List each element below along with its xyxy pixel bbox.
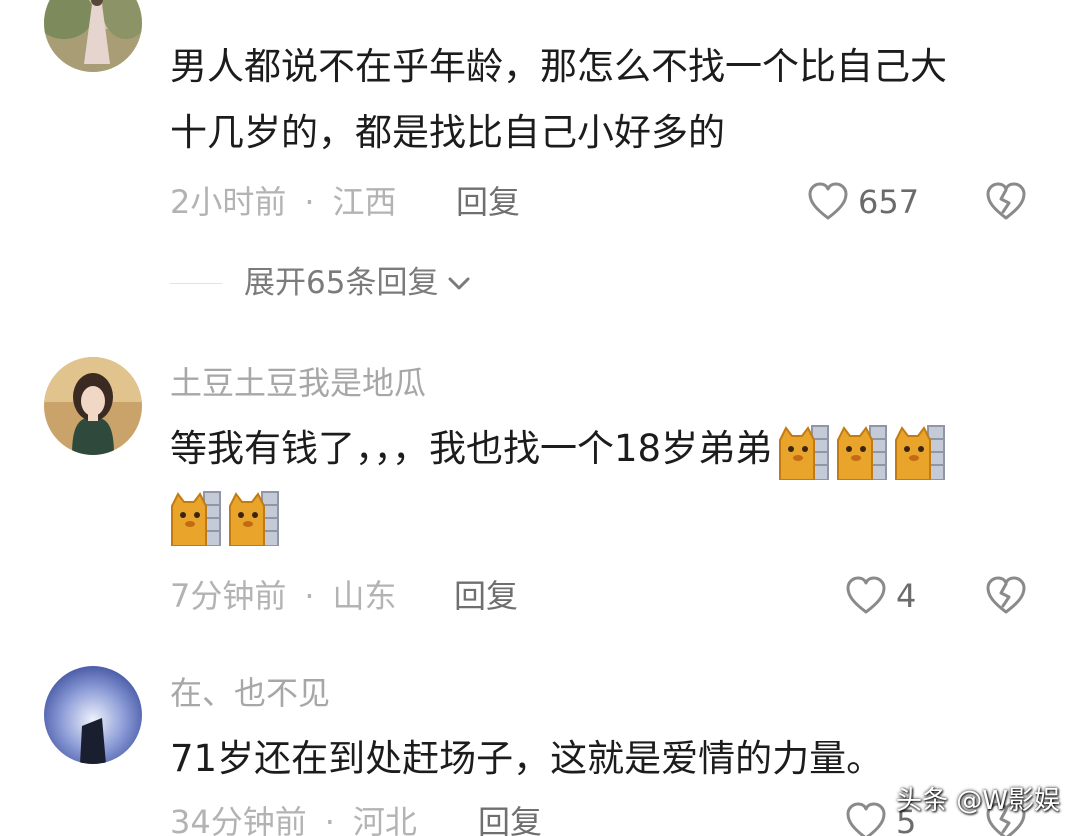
like-button[interactable]: 4 — [844, 574, 916, 618]
reply-button[interactable]: 回复 — [478, 800, 542, 836]
meta-separator: · — [324, 803, 335, 836]
peeking-cat-emoji — [229, 490, 279, 546]
comment-time: 2小时前 — [170, 183, 287, 221]
comment-time: 34分钟前 — [170, 803, 307, 836]
like-count: 4 — [896, 577, 917, 615]
emoji-row-2 — [164, 482, 1030, 548]
comment-location: 山东 — [332, 577, 397, 615]
watermark: 头条 @W影娱 — [896, 786, 1060, 816]
comment-location: 江西 — [332, 183, 397, 221]
expand-replies-button[interactable]: 展开65条回复 — [170, 258, 474, 308]
peeking-cat-emoji — [171, 490, 221, 546]
comment-list: 男人都说不在乎年龄，那怎么不找一个比自己大 十几岁的，都是找比自己小好多的 2小… — [0, 0, 1080, 836]
comment-time: 7分钟前 — [170, 577, 287, 615]
meta-separator: · — [304, 183, 315, 221]
comment-meta: 7分钟前 · 山东 回复 — [170, 574, 518, 618]
heart-icon — [846, 576, 886, 614]
comment-line: 等我有钱了，，，我也找一个18岁弟弟 — [170, 416, 1030, 482]
peeking-cat-emoji — [837, 424, 888, 480]
comment-text: 男人都说不在乎年龄，那怎么不找一个比自己大 十几岁的，都是找比自己小好多的 — [170, 34, 1030, 166]
comment-text: 等我有钱了，，，我也找一个18岁弟弟 — [170, 416, 1030, 548]
avatar[interactable] — [44, 0, 142, 72]
avatar[interactable] — [44, 666, 142, 764]
heart-icon — [808, 182, 848, 220]
comment-line: 十几岁的，都是找比自己小好多的 — [170, 111, 725, 154]
emoji-row-1 — [772, 424, 946, 480]
dislike-button[interactable] — [984, 574, 1028, 618]
comment-line: 男人都说不在乎年龄，那怎么不找一个比自己大 — [170, 45, 947, 88]
expand-replies-label: 展开65条回复 — [244, 265, 439, 301]
comment-meta: 34分钟前 · 河北 回复 — [170, 800, 542, 836]
like-button[interactable]: 657 — [806, 180, 919, 224]
divider — [170, 282, 222, 284]
comment-line-text: 等我有钱了，，，我也找一个18岁弟弟 — [170, 427, 773, 470]
peeking-cat-emoji — [895, 424, 946, 480]
heart-icon — [846, 802, 886, 836]
chevron-down-icon — [448, 277, 470, 290]
broken-heart-icon — [986, 576, 1026, 614]
like-count: 657 — [858, 183, 920, 221]
comment-meta: 2小时前 · 江西 回复 — [170, 180, 520, 224]
comment-location: 河北 — [352, 803, 417, 836]
username[interactable]: 在、也不见 — [170, 673, 330, 713]
broken-heart-icon — [986, 182, 1026, 220]
meta-separator: · — [304, 577, 315, 615]
avatar[interactable] — [44, 357, 142, 455]
peeking-cat-emoji — [779, 424, 830, 480]
reply-button[interactable]: 回复 — [456, 180, 520, 224]
dislike-button[interactable] — [984, 180, 1028, 224]
reply-button[interactable]: 回复 — [454, 574, 518, 618]
username[interactable]: 土豆土豆我是地瓜 — [170, 363, 426, 403]
